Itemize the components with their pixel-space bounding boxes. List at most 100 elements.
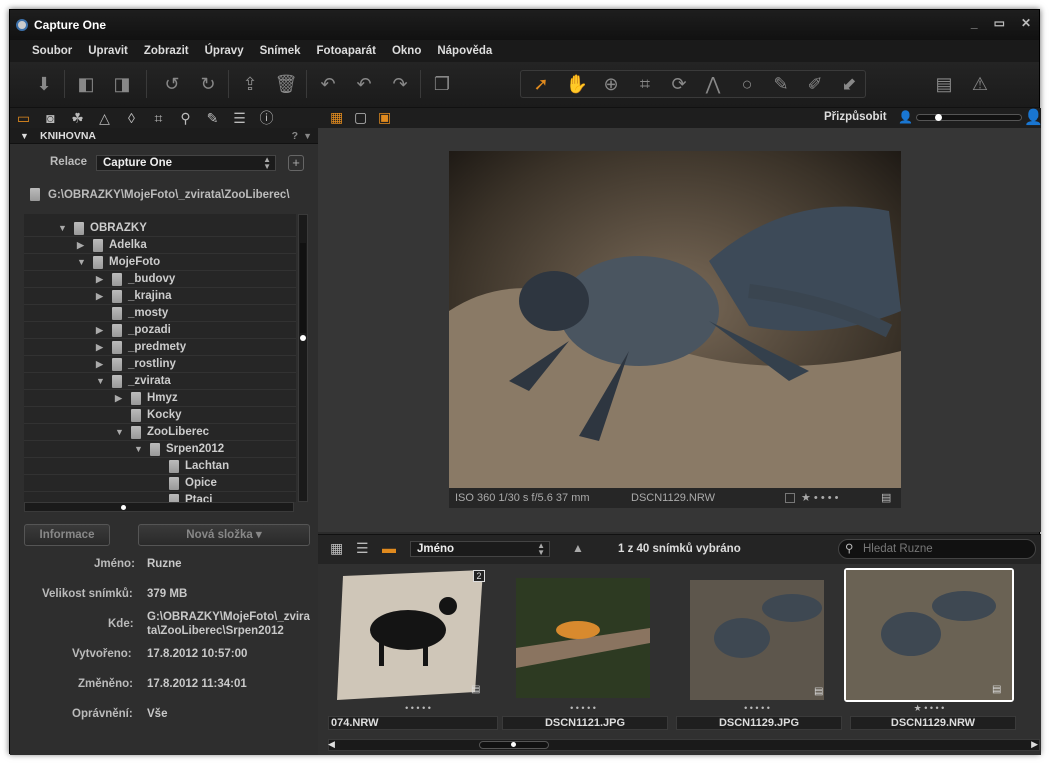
zoom-slider[interactable] (916, 114, 1022, 121)
section-menu-icon[interactable]: ▼ (303, 128, 312, 144)
tree-item[interactable]: ▶ Adelka (24, 237, 296, 254)
tree-item[interactable]: ▶ _rostliny (24, 356, 296, 373)
tree-item[interactable]: ▶ _budovy (24, 271, 296, 288)
main-image[interactable] (449, 151, 901, 488)
sort-direction-icon[interactable]: ▲ (572, 541, 584, 555)
tree-item[interactable]: Kocky (24, 407, 296, 424)
rotate-right-icon[interactable]: ↻ (196, 72, 220, 96)
minimize-button[interactable]: _ (971, 16, 978, 30)
rotate-left-icon[interactable]: ↺ (160, 72, 184, 96)
compare-right-icon[interactable]: ◨ (110, 72, 134, 96)
tree-item[interactable]: _mosty (24, 305, 296, 322)
crop-icon[interactable]: ⌗ (633, 72, 657, 96)
tree-item[interactable]: ▼ MojeFoto (24, 254, 296, 271)
library-tab-icon[interactable]: ▭ (10, 108, 37, 128)
thumb-rating[interactable]: ★ • • • • (844, 702, 1014, 714)
copy-adjustments-icon[interactable]: ❐ (430, 72, 454, 96)
expanded-arrow-icon[interactable]: ▼ (134, 441, 143, 457)
composition-tab-icon[interactable]: ⌗ (145, 108, 172, 128)
trash-icon[interactable]: 🗑 (274, 72, 298, 96)
expanded-arrow-icon[interactable]: ▼ (96, 373, 105, 389)
tree-item[interactable]: Opice (24, 475, 296, 492)
collapse-icon[interactable]: ▼ (20, 128, 29, 144)
tree-item[interactable]: ▶ _predmety (24, 339, 296, 356)
select-cursor-icon[interactable]: ➚ (529, 72, 553, 96)
maximize-button[interactable]: ▭ (994, 16, 1005, 30)
tree-item[interactable]: ▶ _krajina (24, 288, 296, 305)
tree-item[interactable]: ▼ ZooLiberec (24, 424, 296, 441)
search-input[interactable]: ⚲ Hledat Ruzne (838, 539, 1036, 559)
collapsed-arrow-icon[interactable]: ▶ (77, 237, 84, 253)
tree-vertical-scrollbar[interactable] (298, 214, 308, 502)
scroll-right-icon[interactable]: ▶ (1031, 739, 1038, 750)
tree-item[interactable]: Lachtan (24, 458, 296, 475)
eyedropper-icon[interactable]: ✐ (803, 72, 827, 96)
menu-snimek[interactable]: Snímek (252, 40, 309, 62)
collapsed-arrow-icon[interactable]: ▶ (96, 288, 103, 304)
thumbnail-selected[interactable]: ▤ (844, 568, 1014, 702)
brush-icon[interactable]: ✎ (769, 72, 793, 96)
menu-zobrazit[interactable]: Zobrazit (136, 40, 197, 62)
expanded-arrow-icon[interactable]: ▼ (115, 424, 124, 440)
lens-tab-icon[interactable]: ◊ (118, 108, 145, 128)
list-icon[interactable]: ☰ (356, 540, 369, 557)
grid-view-icon[interactable]: ▦ (330, 109, 343, 126)
scroll-left-icon[interactable]: ◀ (328, 739, 335, 750)
adjustments-tab-icon[interactable]: ✎ (199, 108, 226, 128)
menu-napoveda[interactable]: Nápověda (429, 40, 500, 62)
info-button[interactable]: Informace (24, 524, 110, 546)
menu-soubor[interactable]: Soubor (24, 40, 80, 62)
spot-removal-icon[interactable]: ○ (735, 72, 759, 96)
reset-icon[interactable]: ↶ (316, 72, 340, 96)
zoom-icon[interactable]: ⊕ (599, 72, 623, 96)
viewer-rating[interactable]: ★ • • • • (801, 488, 839, 508)
menu-okno[interactable]: Okno (384, 40, 429, 62)
grid-thumb-icon[interactable]: ▦ (330, 540, 343, 557)
collapsed-arrow-icon[interactable]: ▶ (96, 271, 103, 287)
help-icon[interactable]: ? (292, 128, 298, 144)
exposure-tab-icon[interactable]: △ (91, 108, 118, 128)
expanded-arrow-icon[interactable]: ▼ (58, 220, 67, 236)
warning-icon[interactable]: ⚠ (968, 72, 992, 96)
menu-fotoaparat[interactable]: Fotoaparát (309, 40, 384, 62)
browser-scrollbar[interactable]: ◀ ▶ (328, 739, 1040, 751)
tree-item[interactable]: ▼ _zvirata (24, 373, 296, 390)
section-header[interactable]: ▼ KNIHOVNA ? ▼ (10, 128, 318, 144)
collapsed-arrow-icon[interactable]: ▶ (96, 322, 103, 338)
tree-item[interactable]: ▶ _pozadi (24, 322, 296, 339)
import-icon[interactable]: ⬇ (32, 72, 56, 96)
tree-horizontal-scrollbar[interactable] (24, 502, 294, 512)
thumb-menu-icon[interactable]: ▤ (992, 684, 1001, 695)
tree-item[interactable]: Ptaci (24, 492, 296, 502)
viewer-browser-icon[interactable]: ▣ (378, 109, 391, 126)
thumbnail[interactable]: ▤ (672, 568, 842, 702)
viewer-menu-icon[interactable]: ▤ (881, 488, 891, 508)
thumbnail[interactable] (498, 568, 668, 702)
menu-upravit[interactable]: Upravit (80, 40, 136, 62)
relace-select[interactable]: Capture One ▲ ▼ (96, 155, 276, 171)
move-folder-icon[interactable]: ⇪ (238, 72, 262, 96)
undo-icon[interactable]: ↶ (352, 72, 376, 96)
tree-item[interactable]: ▼ Srpen2012 (24, 441, 296, 458)
menu-upravy[interactable]: Úpravy (197, 40, 252, 62)
sort-select[interactable]: Jméno ▲ ▼ (410, 541, 550, 557)
tree-item[interactable]: ▼ OBRAZKY (24, 220, 296, 237)
thumb-rating[interactable]: • • • • • (672, 702, 842, 714)
rotate-tool-icon[interactable]: ⟳ (667, 72, 691, 96)
single-view-icon[interactable]: ▢ (354, 109, 367, 126)
pan-icon[interactable]: ✋ (565, 72, 589, 96)
redo-icon[interactable]: ↷ (388, 72, 412, 96)
color-tab-icon[interactable]: ☘ (64, 108, 91, 128)
metadata-tab-icon[interactable]: ☰ (226, 108, 253, 128)
output-tab-icon[interactable]: ⓘ (253, 108, 280, 128)
new-folder-button[interactable]: Nová složka ▾ (138, 524, 310, 546)
close-button[interactable]: ✕ (1021, 16, 1031, 30)
collapsed-arrow-icon[interactable]: ▶ (96, 339, 103, 355)
add-button[interactable]: + (288, 155, 304, 171)
thumbnail[interactable]: 2 ▤ (323, 568, 493, 702)
tree-item[interactable]: ▶ Hmyz (24, 390, 296, 407)
thumb-menu-icon[interactable]: ▤ (814, 686, 823, 697)
fit-label[interactable]: Přizpůsobit (824, 111, 887, 123)
thumb-rating[interactable]: • • • • • (498, 702, 668, 714)
thumb-rating[interactable]: • • • • • (338, 702, 498, 714)
